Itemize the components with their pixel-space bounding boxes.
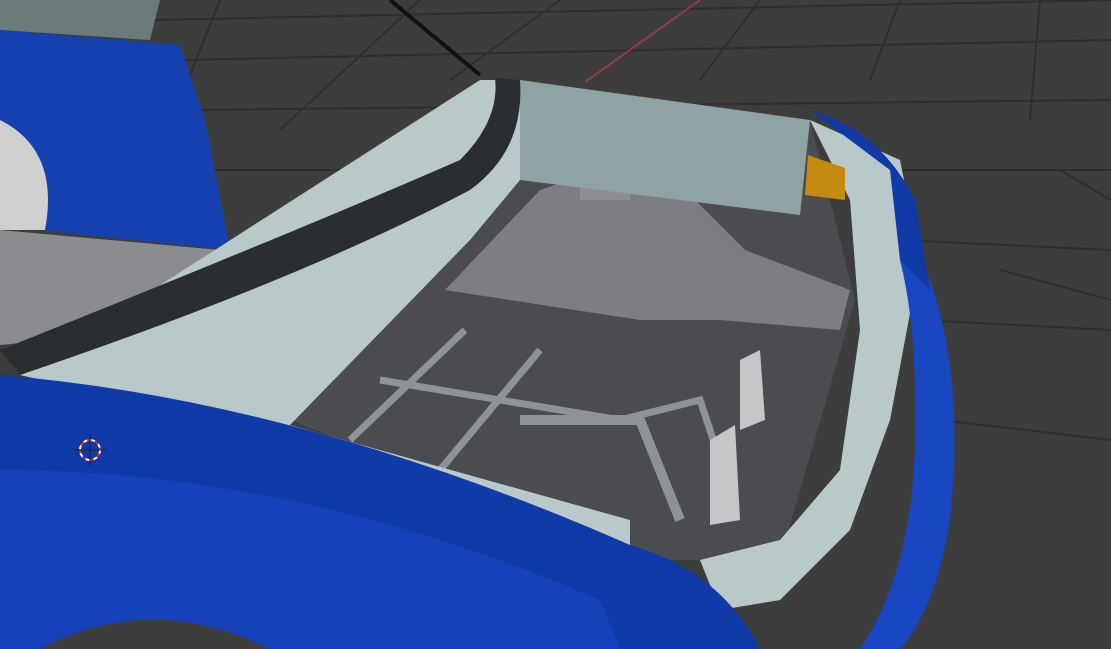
3d-viewport[interactable] [0,0,1111,649]
hood-prop-rod [388,0,482,77]
viewport-scene [0,0,1111,649]
x-axis-line [584,0,701,83]
